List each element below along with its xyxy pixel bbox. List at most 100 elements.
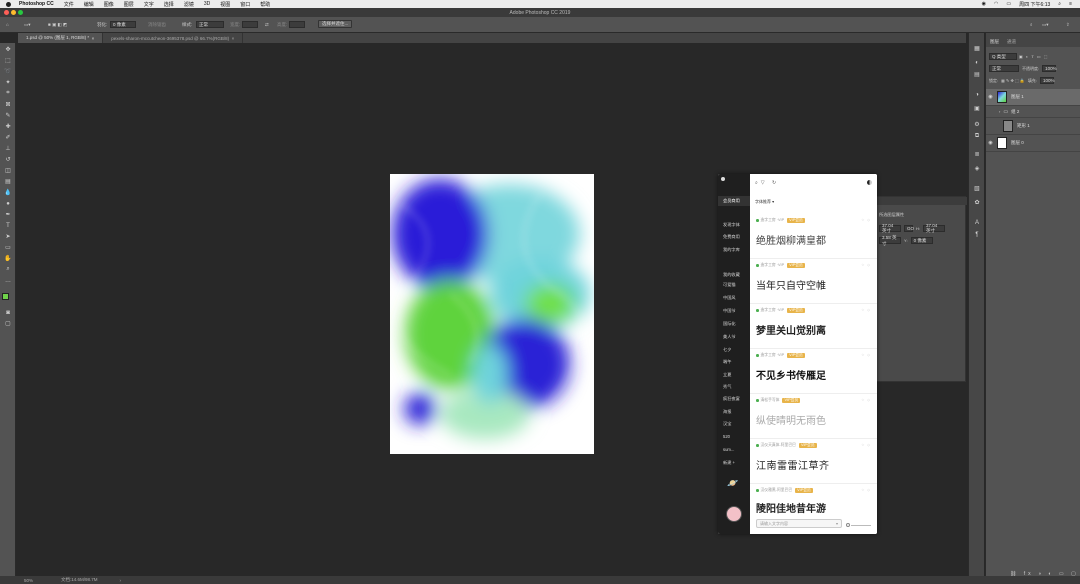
lock-icons[interactable]: ▦ ✎ ✥ ⬚ 🔒 (1001, 78, 1025, 83)
brushes-panel-icon[interactable]: ⚙ (973, 121, 981, 128)
sidebar-item[interactable]: 520 (723, 434, 730, 439)
font-list-item[interactable]: 造字工房 ·VIP VIP会员 ☆ ◇ 绝胜烟柳满皇都 (750, 214, 877, 259)
marquee-preset-icon[interactable]: ▭▾ (24, 21, 31, 28)
sidebar-item[interactable]: 七夕 (723, 347, 731, 353)
sidebar-item[interactable]: 中国风 (723, 295, 736, 301)
adjustments-panel-icon[interactable]: ◑ (973, 91, 981, 98)
screen-mode-icon[interactable]: ▢ (4, 320, 12, 327)
font-list-item[interactable]: 造字工房 ·VIP VIP会员 ☆ ◇ 梦里关山觉别离 (750, 304, 877, 349)
font-action-icons[interactable]: ☆ ◇ (861, 488, 871, 492)
height-input[interactable] (289, 21, 305, 28)
gradient-tool-icon[interactable]: ▤ (4, 178, 12, 185)
clone-stamp-tool-icon[interactable]: ⊥ (4, 145, 12, 152)
filter-icons[interactable]: ▣ ◐ T ▭ ⬚ (1019, 54, 1049, 59)
sidebar-item[interactable]: 海报 (723, 409, 731, 415)
dodge-tool-icon[interactable]: ● (4, 200, 12, 207)
eraser-tool-icon[interactable]: ◫ (4, 167, 12, 174)
sidebar-item[interactable]: 我的收藏 (723, 272, 740, 278)
blend-mode-select[interactable]: 正常 (989, 65, 1019, 72)
layer-row[interactable]: › ▭ 组 2 (986, 106, 1080, 118)
battery-icon[interactable]: ▭ (1006, 1, 1011, 7)
opacity-input[interactable]: 100% (1042, 65, 1057, 72)
document-canvas[interactable] (390, 174, 594, 454)
font-action-icons[interactable]: ☆ ◇ (861, 218, 871, 222)
tab-document-1[interactable]: 1.psd @ 50% (图层 1, RGB/8) * × (18, 33, 104, 43)
menu-type[interactable]: 文字 (144, 1, 154, 8)
layer-row[interactable]: ◉ 图层 0 (986, 135, 1080, 152)
font-list-item[interactable]: 清松手写体 VIP会员 ☆ ◇ 纵使晴明无雨色 (750, 394, 877, 439)
sidebar-item[interactable]: 中国节 (723, 308, 736, 314)
menu-list-icon[interactable]: ≡ (1069, 1, 1072, 7)
lasso-tool-icon[interactable]: ➰ (4, 68, 12, 75)
chevron-down-icon[interactable]: ▾ (836, 521, 838, 526)
sidebar-item[interactable]: 疯狂夜宴 (723, 396, 740, 402)
history-brush-tool-icon[interactable]: ↺ (4, 156, 12, 163)
theme-toggle-icon[interactable] (867, 180, 872, 185)
style-select[interactable]: 正常 (196, 21, 224, 28)
more-tools-icon[interactable]: … (4, 277, 12, 284)
sidebar-item[interactable]: 美人节 (723, 334, 736, 340)
layer-row[interactable]: ◉ 图层 1 (986, 89, 1080, 106)
sidebar-item[interactable]: 发现字体 (723, 222, 740, 228)
search-icon[interactable]: ⌕ (1058, 1, 1061, 7)
eye-icon[interactable]: ◉ (986, 140, 995, 146)
workspace-icon[interactable]: ▭▾ (1042, 21, 1049, 28)
selection-mode-icons[interactable]: ■ ▣ ◧ ◩ (48, 21, 67, 28)
expand-arrow-icon[interactable]: › (999, 109, 1000, 114)
marquee-tool-icon[interactable]: ⬚ (4, 57, 12, 64)
sidebar-item[interactable]: 国际化 (723, 321, 736, 327)
magic-wand-tool-icon[interactable]: ✦ (4, 79, 12, 86)
size-slider-track[interactable] (851, 525, 871, 526)
font-action-icons[interactable]: ☆ ◇ (861, 308, 871, 312)
hand-tool-icon[interactable]: ✋ (4, 255, 12, 262)
apple-icon[interactable] (6, 1, 11, 7)
tab-document-2[interactable]: pexels-sharon-mccutcheon-3695378.psd @ 6… (103, 33, 244, 43)
swatches-panel-icon[interactable]: ▤ (973, 71, 981, 78)
glyphs-panel-icon[interactable]: ▧ (973, 185, 981, 192)
menu-layer[interactable]: 图层 (124, 1, 134, 8)
status-arrow-icon[interactable]: › (120, 578, 122, 583)
sidebar-item[interactable]: 端午 (723, 359, 731, 365)
foreground-color-swatch[interactable] (2, 293, 9, 300)
layer-name[interactable]: 组 2 (1011, 109, 1019, 115)
layer-name[interactable]: 矩形 1 (1017, 123, 1030, 129)
home-icon[interactable]: ⌂ (6, 21, 9, 28)
font-list-item[interactable]: 汉仪天真体-阿里巴巴 VIP会员 ☆ ◇ 江南雷雷江草齐 (750, 439, 877, 484)
sidebar-item[interactable]: 我的字库 (723, 247, 740, 253)
tab-layers[interactable]: 图层 (990, 39, 999, 45)
menu-window[interactable]: 窗口 (240, 1, 250, 8)
type-tool-icon[interactable]: T (4, 222, 12, 229)
new-collection-button[interactable]: 新建 + (723, 460, 735, 466)
menu-app-name[interactable]: Photoshop CC (19, 1, 54, 7)
antialias-checkbox[interactable]: 消除锯齿 (148, 22, 166, 28)
font-list-item[interactable]: 造字工房 ·VIP VIP会员 ☆ ◇ 不见乡书传雁足 (750, 349, 877, 394)
layer-name[interactable]: 图层 0 (1011, 140, 1024, 146)
font-action-icons[interactable]: ☆ ◇ (861, 353, 871, 357)
eye-icon[interactable]: ◉ (986, 94, 995, 100)
layer-row[interactable]: 矩形 1 (986, 118, 1080, 135)
layer-kind-filter[interactable]: Q 类型 (989, 53, 1017, 60)
path-selection-tool-icon[interactable]: ➤ (4, 233, 12, 240)
menu-file[interactable]: 文件 (64, 1, 74, 8)
paths-panel-icon[interactable]: ⧉ (973, 133, 981, 140)
x-field[interactable]: 3.58 英寸 (879, 235, 901, 246)
font-action-icons[interactable]: ☆ ◇ (861, 398, 871, 402)
font-list-item[interactable]: 造字工房 ·VIP VIP会员 ☆ ◇ 当年只自守空帷 (750, 259, 877, 304)
sidebar-item[interactable]: 立夏 (723, 372, 731, 378)
frame-tool-icon[interactable]: ⊠ (4, 101, 12, 108)
move-tool-icon[interactable]: ✥ (4, 46, 12, 53)
tab-channels[interactable]: 通道 (1007, 39, 1016, 45)
feather-input[interactable]: 0 像素 (110, 21, 136, 28)
channels-panel-icon[interactable]: ◈ (973, 165, 981, 172)
sample-text-input[interactable]: 请输入文字内容 ▾ (756, 519, 842, 528)
menu-view[interactable]: 视图 (220, 1, 230, 8)
color-panel-icon[interactable]: ◐ (973, 59, 981, 66)
font-plugin-icon[interactable]: ✿ (973, 199, 981, 206)
menu-filter[interactable]: 滤镜 (184, 1, 194, 8)
menu-3d[interactable]: 3D (204, 1, 210, 7)
toolbar-icons[interactable]: ⌕▽ ↻ (755, 180, 779, 186)
wifi-icon[interactable]: ◠ (994, 1, 998, 7)
crop-tool-icon[interactable]: ⌗ (4, 90, 12, 97)
layer-name[interactable]: 图层 1 (1011, 94, 1024, 100)
healing-brush-tool-icon[interactable]: ✚ (4, 123, 12, 130)
